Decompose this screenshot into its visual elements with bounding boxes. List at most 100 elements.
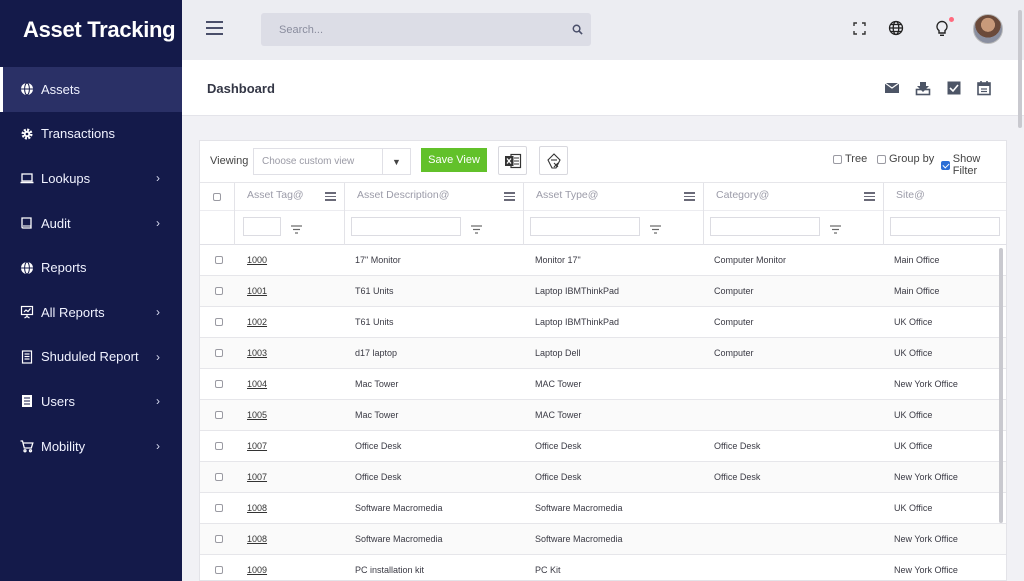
table-row[interactable]: 1007 Office Desk Office Desk Office Desk UK … xyxy=(200,431,1006,462)
caret-down-icon[interactable]: ▼ xyxy=(382,149,410,174)
show-filter-label: Show Filter xyxy=(952,153,981,177)
sidebar-item-shuduled-report[interactable]: Shuduled Report › xyxy=(0,335,182,380)
save-view-button[interactable]: Save View xyxy=(421,148,487,172)
chevron-right-icon: › xyxy=(156,394,160,409)
column-header-asset-tag[interactable]: Asset Tag@ xyxy=(235,183,345,245)
table-cell: Main Office xyxy=(894,255,940,265)
table-row[interactable]: 1007 Office Desk Office Desk Office Desk New… xyxy=(200,462,1006,493)
lightbulb-icon[interactable] xyxy=(933,17,954,37)
filter-icon[interactable] xyxy=(650,221,661,234)
page-scrollbar[interactable] xyxy=(1018,10,1022,128)
tree-toggle[interactable]: Tree xyxy=(833,153,867,165)
row-checkbox[interactable] xyxy=(215,256,223,264)
row-checkbox[interactable] xyxy=(215,380,223,388)
column-header-asset-type[interactable]: Asset Type@ xyxy=(524,183,704,245)
list-icon xyxy=(20,394,34,408)
table-row[interactable]: 1004 Mac Tower MAC Tower New York Office xyxy=(200,369,1006,400)
row-checkbox[interactable] xyxy=(215,318,223,326)
asset-tag-link[interactable]: 1009 xyxy=(247,565,267,575)
column-menu-icon[interactable] xyxy=(325,192,336,201)
column-menu-icon[interactable] xyxy=(684,192,695,201)
search-input[interactable] xyxy=(261,23,563,36)
sidebar-item-all-reports[interactable]: All Reports › xyxy=(0,290,182,335)
column-header-category[interactable]: Category@ xyxy=(704,183,884,245)
asset-tag-link[interactable]: 1007 xyxy=(247,441,267,451)
asset-tag-link[interactable]: 1008 xyxy=(247,534,267,544)
table-row[interactable]: 1009 PC installation kit PC Kit New York Of… xyxy=(200,555,1006,580)
table-row[interactable]: 1002 T61 Units Laptop IBMThinkPad Computer U… xyxy=(200,307,1006,338)
asset-tag-link[interactable]: 1002 xyxy=(247,317,267,327)
row-checkbox[interactable] xyxy=(215,566,223,574)
row-checkbox[interactable] xyxy=(215,504,223,512)
table-cell: MAC Tower xyxy=(535,379,582,389)
table-row[interactable]: 1008 Software Macromedia Software Macromed… xyxy=(200,493,1006,524)
sidebar-item-assets[interactable]: Assets xyxy=(0,67,182,112)
column-header-asset-description[interactable]: Asset Description@ xyxy=(345,183,524,245)
column-filter-input[interactable] xyxy=(530,217,640,236)
sidebar-item-transactions[interactable]: Transactions xyxy=(0,112,182,157)
column-title: Site@ xyxy=(896,189,925,201)
asset-tag-link[interactable]: 1008 xyxy=(247,503,267,513)
table-row[interactable]: 1008 Software Macromedia Software Macromed… xyxy=(200,524,1006,555)
group-by-toggle[interactable]: Group by xyxy=(877,153,934,165)
sidebar-item-audit[interactable]: Audit › xyxy=(0,201,182,246)
asset-tag-link[interactable]: 1004 xyxy=(247,379,267,389)
asset-tag-link[interactable]: 1007 xyxy=(247,472,267,482)
clear-filter-icon[interactable] xyxy=(539,146,568,175)
excel-export-icon[interactable] xyxy=(498,146,527,175)
chevron-right-icon: › xyxy=(156,439,160,454)
table-cell: Monitor 17" xyxy=(535,255,581,265)
row-checkbox[interactable] xyxy=(215,442,223,450)
table-row[interactable]: 1003 d17 laptop Laptop Dell Computer UK Offi… xyxy=(200,338,1006,369)
mail-icon[interactable] xyxy=(884,80,900,96)
checkbox-icon[interactable] xyxy=(946,80,962,96)
show-filter-checkbox[interactable] xyxy=(941,160,950,170)
user-avatar[interactable] xyxy=(973,14,1003,44)
asset-tag-link[interactable]: 1000 xyxy=(247,255,267,265)
table-cell: Software Macromedia xyxy=(355,534,443,544)
row-checkbox[interactable] xyxy=(215,473,223,481)
custom-view-select[interactable]: Choose custom view ▼ xyxy=(253,148,411,175)
fullscreen-icon[interactable] xyxy=(850,19,868,37)
column-menu-icon[interactable] xyxy=(504,192,515,201)
sidebar-item-reports[interactable]: Reports xyxy=(0,245,182,290)
asset-tag-link[interactable]: 1003 xyxy=(247,348,267,358)
asset-tag-link[interactable]: 1005 xyxy=(247,410,267,420)
tree-checkbox[interactable] xyxy=(833,154,842,164)
table-row[interactable]: 1001 T61 Units Laptop IBMThinkPad Computer M… xyxy=(200,276,1006,307)
header-select-cell xyxy=(200,183,235,245)
cart-icon xyxy=(20,439,34,453)
row-checkbox[interactable] xyxy=(215,287,223,295)
table-cell: Main Office xyxy=(894,286,940,296)
filter-icon[interactable] xyxy=(471,221,482,234)
column-filter-input[interactable] xyxy=(890,217,1000,236)
filter-icon[interactable] xyxy=(291,221,302,234)
row-checkbox[interactable] xyxy=(215,349,223,357)
column-menu-icon[interactable] xyxy=(864,192,875,201)
table-row[interactable]: 1000 17" Monitor Monitor 17" Computer Monit… xyxy=(200,245,1006,276)
calendar-icon[interactable] xyxy=(976,80,992,96)
sidebar-item-lookups[interactable]: Lookups › xyxy=(0,156,182,201)
column-header-site[interactable]: Site@ xyxy=(884,183,1006,245)
filter-icon[interactable] xyxy=(830,221,841,234)
grid-body: 1000 17" Monitor Monitor 17" Computer Monit… xyxy=(200,245,1006,580)
sidebar-item-users[interactable]: Users › xyxy=(0,379,182,424)
table-row[interactable]: 1005 Mac Tower MAC Tower UK Office xyxy=(200,400,1006,431)
column-filter-input[interactable] xyxy=(351,217,461,236)
search-icon[interactable] xyxy=(563,24,591,35)
app-title: Asset Tracking xyxy=(23,17,176,42)
show-filter-toggle[interactable]: Show Filter xyxy=(941,153,1006,177)
grid-scrollbar[interactable] xyxy=(999,248,1003,523)
menu-toggle-icon[interactable] xyxy=(206,21,223,35)
language-globe-icon[interactable] xyxy=(887,19,905,37)
asset-tag-link[interactable]: 1001 xyxy=(247,286,267,296)
column-filter-input[interactable] xyxy=(710,217,820,236)
column-filter-input[interactable] xyxy=(243,217,281,236)
table-cell: Computer Monitor xyxy=(714,255,787,265)
group-by-checkbox[interactable] xyxy=(877,154,886,164)
download-icon[interactable] xyxy=(915,80,931,96)
sidebar-item-mobility[interactable]: Mobility › xyxy=(0,424,182,469)
sidebar-item-label: Lookups xyxy=(41,170,91,186)
row-checkbox[interactable] xyxy=(215,411,223,419)
row-checkbox[interactable] xyxy=(215,535,223,543)
